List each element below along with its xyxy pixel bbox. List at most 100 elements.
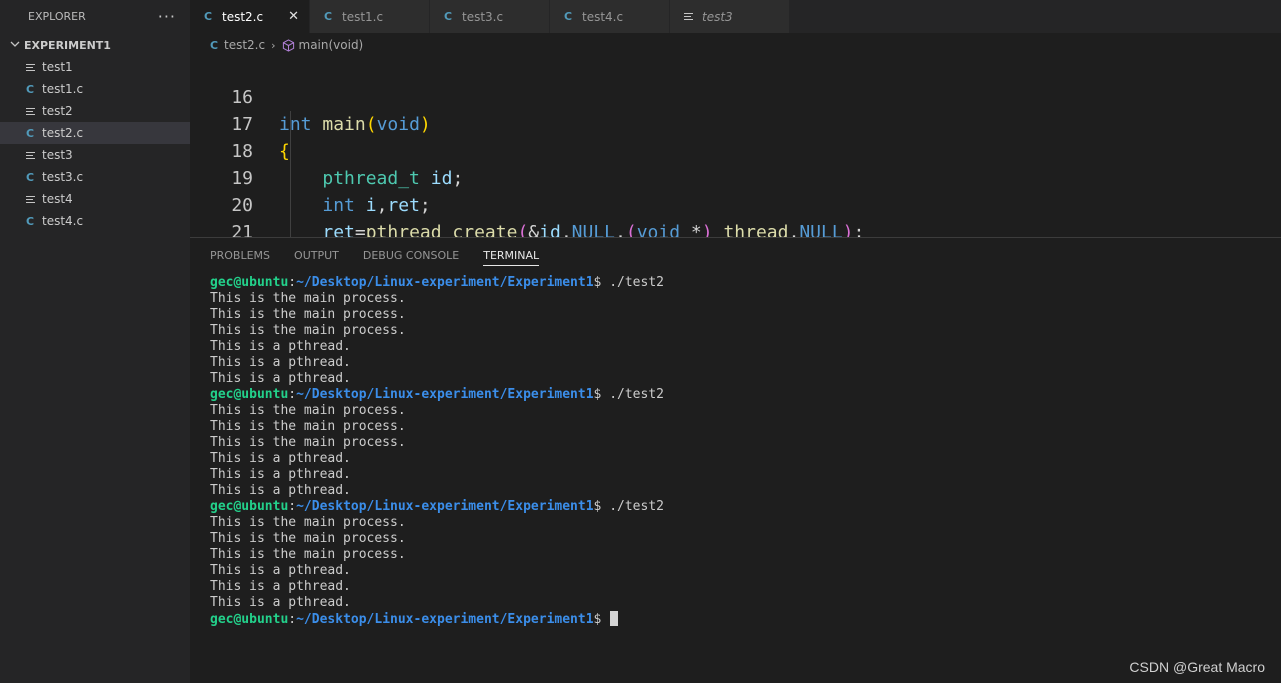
file-item[interactable]: test4 bbox=[0, 188, 190, 210]
breadcrumb-symbol[interactable]: main(void) bbox=[299, 38, 364, 52]
prompt-dollar: $ bbox=[593, 387, 610, 402]
prompt-path: ~/Desktop/Linux-experiment/Experiment1 bbox=[296, 499, 594, 514]
chevron-down-icon bbox=[10, 39, 24, 52]
terminal-output-line: This is a pthread. bbox=[210, 579, 351, 594]
c-file-icon: C bbox=[444, 10, 453, 23]
terminal-output[interactable]: gec@ubuntu:~/Desktop/Linux-experiment/Ex… bbox=[210, 275, 664, 627]
code-line: 18 pthread_t id; bbox=[190, 111, 1281, 189]
terminal-output-line: This is a pthread. bbox=[210, 355, 351, 370]
c-file-icon: C bbox=[324, 10, 333, 23]
terminal-output-line: This is a pthread. bbox=[210, 483, 351, 498]
c-file-icon: C bbox=[26, 170, 35, 184]
watermark: CSDN @Great Macro bbox=[1129, 659, 1265, 675]
code-line: 20 ret=pthread_create(&id,NULL,(void *) … bbox=[190, 165, 1281, 237]
terminal-output-line: This is the main process. bbox=[210, 323, 406, 338]
tab-label: test2.c bbox=[222, 9, 264, 24]
prompt-path: ~/Desktop/Linux-experiment/Experiment1 bbox=[296, 275, 594, 290]
file-item[interactable]: Ctest3.c bbox=[0, 166, 190, 188]
code-editor[interactable]: 16 int main(void) 17 { 18 pthread_t id; … bbox=[190, 57, 1281, 237]
text-file-icon bbox=[26, 107, 42, 115]
panel-tab[interactable]: PROBLEMS bbox=[210, 238, 270, 272]
terminal-output-line: This is the main process. bbox=[210, 291, 406, 306]
editor-tab[interactable]: Ctest4.c bbox=[550, 0, 670, 33]
file-name: test1.c bbox=[42, 82, 84, 96]
explorer-header: EXPLORER ··· bbox=[0, 0, 190, 33]
prompt-colon: : bbox=[288, 499, 297, 514]
prompt-dollar: $ bbox=[593, 612, 610, 627]
terminal-output-line: This is the main process. bbox=[210, 515, 406, 530]
file-name: test2.c bbox=[42, 126, 84, 140]
file-item[interactable]: test3 bbox=[0, 144, 190, 166]
text-file-icon bbox=[684, 13, 700, 20]
file-item[interactable]: Ctest4.c bbox=[0, 210, 190, 232]
file-name: test3 bbox=[42, 148, 73, 162]
editor-tab[interactable]: Ctest1.c bbox=[310, 0, 430, 33]
terminal-prompt-line: gec@ubuntu:~/Desktop/Linux-experiment/Ex… bbox=[210, 611, 664, 627]
file-item[interactable]: Ctest1.c bbox=[0, 78, 190, 100]
text-file-icon bbox=[26, 195, 42, 203]
tab-label: test3.c bbox=[462, 9, 504, 24]
code-line: 21 if(ret!=0){ bbox=[190, 192, 1281, 237]
terminal-command: ./test2 bbox=[609, 387, 664, 402]
file-item[interactable]: test1 bbox=[0, 56, 190, 78]
prompt-user: gec@ubuntu bbox=[210, 612, 289, 627]
prompt-user: gec@ubuntu bbox=[210, 275, 289, 290]
terminal-output-line: This is the main process. bbox=[210, 307, 406, 322]
panel-tab[interactable]: TERMINAL bbox=[483, 238, 539, 272]
terminal-output-line: This is a pthread. bbox=[210, 451, 351, 466]
editor-tab[interactable]: Ctest2.c ✕ bbox=[190, 0, 310, 33]
c-file-icon: C bbox=[564, 10, 573, 23]
terminal-output-line: This is a pthread. bbox=[210, 563, 351, 578]
terminal-command: ./test2 bbox=[609, 275, 664, 290]
terminal-prompt-line: gec@ubuntu:~/Desktop/Linux-experiment/Ex… bbox=[210, 387, 664, 403]
code-line: 19 int i,ret; bbox=[190, 138, 1281, 216]
terminal-prompt-line: gec@ubuntu:~/Desktop/Linux-experiment/Ex… bbox=[210, 275, 664, 291]
close-icon[interactable]: ✕ bbox=[288, 9, 299, 24]
panel-tab[interactable]: OUTPUT bbox=[294, 238, 339, 272]
file-name: test4.c bbox=[42, 214, 84, 228]
more-actions-icon[interactable]: ··· bbox=[158, 7, 176, 26]
prompt-path: ~/Desktop/Linux-experiment/Experiment1 bbox=[296, 612, 594, 627]
editor-tab[interactable]: Ctest3.c bbox=[430, 0, 550, 33]
tab-label: test3 bbox=[702, 9, 733, 24]
prompt-colon: : bbox=[288, 275, 297, 290]
terminal-output-line: This is a pthread. bbox=[210, 339, 351, 354]
prompt-colon: : bbox=[288, 387, 297, 402]
cube-icon bbox=[282, 38, 294, 52]
text-file-icon bbox=[26, 63, 42, 71]
editor-tab[interactable]: test3 bbox=[670, 0, 790, 33]
terminal-output-line: This is a pthread. bbox=[210, 595, 351, 610]
file-name: test4 bbox=[42, 192, 73, 206]
prompt-path: ~/Desktop/Linux-experiment/Experiment1 bbox=[296, 387, 594, 402]
prompt-user: gec@ubuntu bbox=[210, 499, 289, 514]
c-file-icon: C bbox=[26, 126, 35, 140]
terminal-output-line: This is the main process. bbox=[210, 435, 406, 450]
prompt-dollar: $ bbox=[593, 499, 610, 514]
file-name: test1 bbox=[42, 60, 73, 74]
terminal-output-line: This is a pthread. bbox=[210, 467, 351, 482]
c-file-icon: C bbox=[210, 38, 219, 52]
terminal-prompt-line: gec@ubuntu:~/Desktop/Linux-experiment/Ex… bbox=[210, 499, 664, 515]
file-list: test1 Ctest1.c test2 Ctest2.c test3 Ctest3.c t… bbox=[0, 56, 190, 232]
prompt-user: gec@ubuntu bbox=[210, 387, 289, 402]
code-line: 16 int main(void) bbox=[190, 57, 1281, 135]
bottom-panel: PROBLEMS OUTPUT DEBUG CONSOLE TERMINAL gec@… bbox=[190, 237, 1281, 683]
code-line: 17 { bbox=[190, 84, 1281, 162]
prompt-colon: : bbox=[288, 612, 297, 627]
terminal-output-line: This is the main process. bbox=[210, 531, 406, 546]
code-line: 22 printf ("Create pthread error!\n"); bbox=[190, 219, 1281, 237]
terminal-command: ./test2 bbox=[609, 499, 664, 514]
panel-tab[interactable]: DEBUG CONSOLE bbox=[363, 238, 459, 272]
terminal-cursor bbox=[610, 611, 619, 626]
explorer-title: EXPLORER bbox=[28, 10, 86, 23]
tab-label: test1.c bbox=[342, 9, 384, 24]
terminal-output-line: This is the main process. bbox=[210, 547, 406, 562]
panel-tabs: PROBLEMS OUTPUT DEBUG CONSOLE TERMINAL bbox=[190, 238, 1281, 272]
folder-experiment1[interactable]: EXPERIMENT1 bbox=[0, 34, 190, 56]
file-item[interactable]: Ctest2.c bbox=[0, 122, 190, 144]
terminal-output-line: This is a pthread. bbox=[210, 371, 351, 386]
c-file-icon: C bbox=[26, 82, 35, 96]
breadcrumb: C test2.c › main(void) bbox=[190, 33, 1281, 57]
file-item[interactable]: test2 bbox=[0, 100, 190, 122]
breadcrumb-file[interactable]: test2.c bbox=[224, 38, 265, 52]
